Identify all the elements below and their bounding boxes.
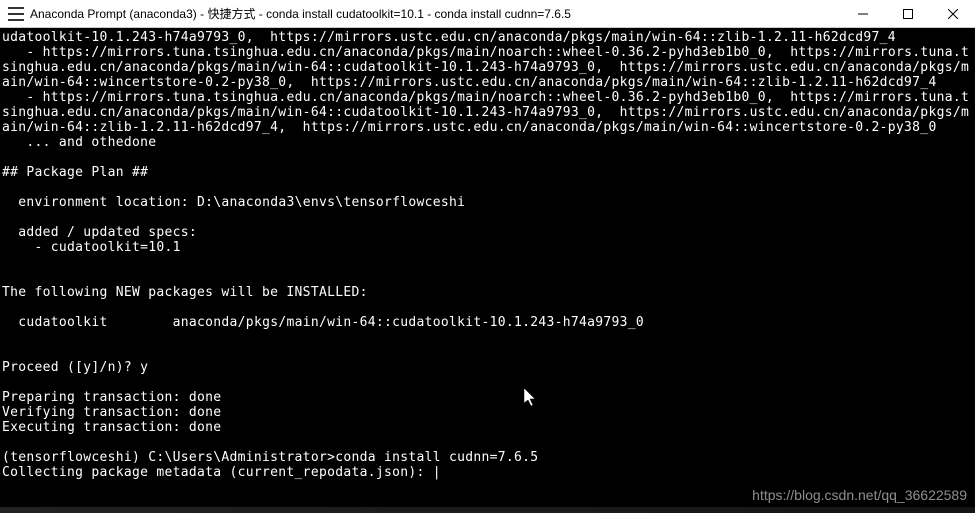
window-title: Anaconda Prompt (anaconda3) - 快捷方式 - con… xyxy=(30,5,840,22)
maximize-button[interactable] xyxy=(885,0,930,28)
minimize-button[interactable] xyxy=(840,0,885,28)
close-button[interactable] xyxy=(930,0,975,28)
window-controls xyxy=(840,0,975,28)
terminal-output[interactable]: udatoolkit-10.1.243-h74a9793_0, https://… xyxy=(0,28,975,513)
app-icon xyxy=(8,7,24,21)
bottom-decoration xyxy=(0,507,975,513)
window-titlebar: Anaconda Prompt (anaconda3) - 快捷方式 - con… xyxy=(0,0,975,28)
watermark-text: https://blog.csdn.net/qq_36622589 xyxy=(752,487,967,503)
